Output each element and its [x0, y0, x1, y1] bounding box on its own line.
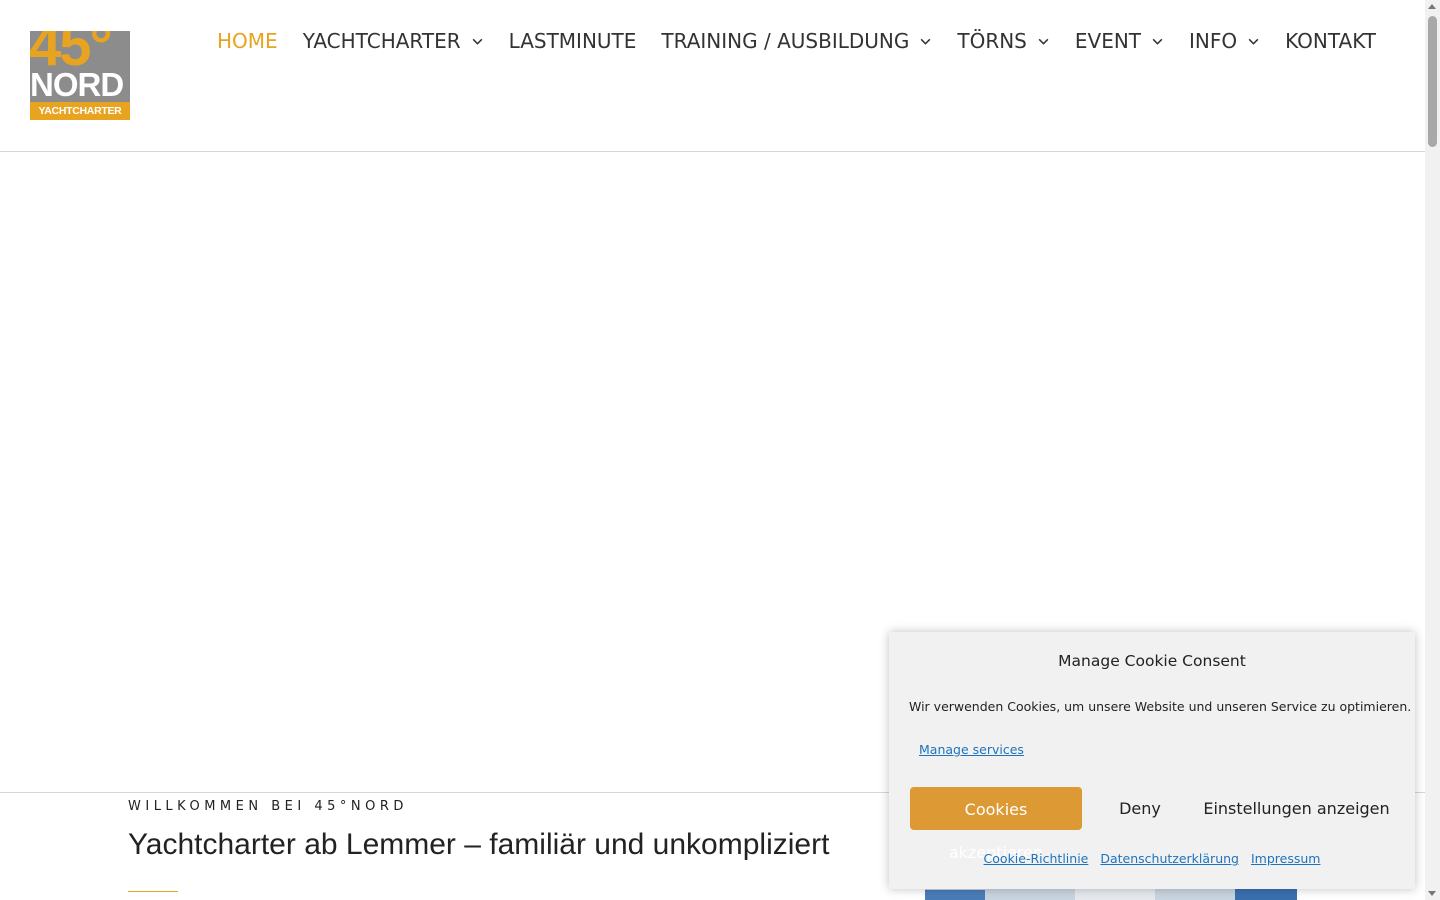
- manage-services-link[interactable]: Manage services: [919, 742, 1024, 757]
- cookie-policy-link[interactable]: Cookie-Richtlinie: [984, 851, 1089, 866]
- scroll-down-arrow-icon[interactable]: [1428, 891, 1436, 896]
- imprint-link[interactable]: Impressum: [1251, 851, 1320, 866]
- nav-item-label: TÖRNS: [957, 29, 1027, 53]
- nav-item-lastminute[interactable]: LASTMINUTE: [509, 29, 637, 53]
- cookie-message: Wir verwenden Cookies, um unsere Website…: [909, 699, 1412, 714]
- nav-item-event[interactable]: EVENT: [1075, 29, 1164, 53]
- page-headline: Yachtcharter ab Lemmer – familiär und un…: [128, 828, 830, 861]
- nav-item-kontakt[interactable]: KONTAKT: [1285, 29, 1376, 53]
- chevron-down-icon: [920, 38, 931, 45]
- nav-item-label: LASTMINUTE: [508, 29, 637, 53]
- page-scrollbar[interactable]: [1425, 0, 1440, 900]
- nav-item-info[interactable]: INFO: [1189, 29, 1260, 53]
- logo-text-yachtcharter: YACHTCHARTER: [30, 102, 130, 120]
- nav-item-label: EVENT: [1074, 29, 1142, 53]
- site-header: 45° NORD YACHTCHARTER HOME YACHTCHARTER LA…: [0, 0, 1425, 152]
- nav-item-yachtcharter[interactable]: YACHTCHARTER: [303, 29, 484, 53]
- scroll-thumb[interactable]: [1428, 16, 1437, 147]
- headline-underline: [128, 891, 178, 892]
- chevron-down-icon: [1248, 38, 1259, 45]
- accept-cookies-button[interactable]: Cookies akzeptieren: [910, 787, 1082, 862]
- logo[interactable]: 45° NORD YACHTCHARTER: [30, 31, 130, 120]
- chevron-down-icon: [472, 38, 482, 45]
- chevron-down-icon: [1038, 38, 1049, 45]
- cookie-consent-dialog: Manage Cookie Consent Wir verwenden Cook…: [889, 632, 1415, 889]
- logo-text-nord: NORD: [30, 66, 124, 103]
- nav-item-training-ausbildung[interactable]: TRAINING / AUSBILDUNG: [661, 29, 932, 53]
- nav-item-label: HOME: [217, 29, 278, 53]
- nav-item-home[interactable]: HOME: [217, 29, 278, 53]
- nav-item-törns[interactable]: TÖRNS: [957, 29, 1050, 53]
- nav-item-label: YACHTCHARTER: [302, 29, 461, 53]
- nav-item-label: TRAINING / AUSBILDUNG: [661, 29, 910, 53]
- nav-item-label: KONTAKT: [1285, 29, 1376, 53]
- scroll-up-arrow-icon[interactable]: [1428, 4, 1436, 9]
- main-navigation: HOME YACHTCHARTER LASTMINUTE TRAINING / AUS…: [217, 29, 1376, 53]
- welcome-kicker: WILLKOMMEN BEI 45°NORD: [128, 799, 408, 814]
- cookie-footer-links: Cookie-Richtlinie Datenschutzerklärung I…: [889, 851, 1415, 866]
- chevron-down-icon: [1152, 38, 1163, 45]
- privacy-policy-link[interactable]: Datenschutzerklärung: [1100, 851, 1239, 866]
- show-settings-button[interactable]: Einstellungen anzeigen: [1199, 787, 1394, 830]
- nav-item-label: INFO: [1189, 29, 1238, 53]
- deny-button[interactable]: Deny: [1109, 787, 1171, 830]
- cookie-title: Manage Cookie Consent: [1058, 652, 1246, 670]
